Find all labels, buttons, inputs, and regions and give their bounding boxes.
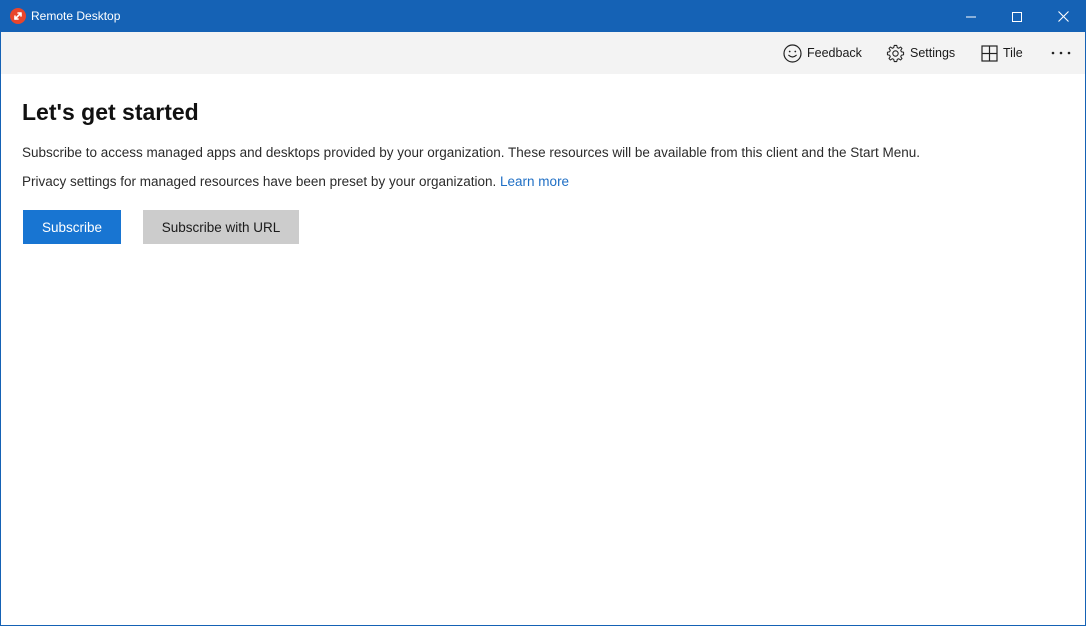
window-title: Remote Desktop [31, 9, 121, 23]
tile-label: Tile [1003, 46, 1023, 60]
command-bar: Feedback Settings Tile [1, 32, 1085, 74]
minimize-icon [966, 12, 976, 22]
app-window: Remote Desktop Feedback Settings Tile Le… [0, 0, 1086, 626]
more-horizontal-icon [1051, 51, 1071, 55]
learn-more-link[interactable]: Learn more [500, 174, 569, 189]
remote-desktop-icon [10, 8, 26, 24]
privacy-description: Privacy settings for managed resources h… [22, 173, 569, 190]
close-icon [1057, 11, 1069, 22]
settings-button[interactable]: Settings [886, 42, 955, 64]
close-button[interactable] [1040, 1, 1085, 32]
subscribe-with-url-button[interactable]: Subscribe with URL [143, 210, 299, 244]
tile-view-button[interactable]: Tile [981, 42, 1023, 64]
feedback-button[interactable]: Feedback [783, 42, 862, 64]
grid-icon [981, 44, 998, 62]
page-title: Let's get started [22, 99, 199, 125]
maximize-button[interactable] [994, 1, 1040, 32]
feedback-label: Feedback [807, 46, 862, 60]
gear-icon [886, 44, 905, 63]
subscribe-button[interactable]: Subscribe [23, 210, 121, 244]
minimize-button[interactable] [948, 1, 994, 32]
maximize-icon [1012, 11, 1022, 22]
smiley-icon [783, 43, 802, 63]
title-bar: Remote Desktop [1, 1, 1085, 32]
privacy-text: Privacy settings for managed resources h… [22, 174, 497, 189]
settings-label: Settings [910, 46, 956, 60]
subscribe-description: Subscribe to access managed apps and des… [22, 145, 921, 160]
more-options-button[interactable] [1047, 42, 1075, 64]
